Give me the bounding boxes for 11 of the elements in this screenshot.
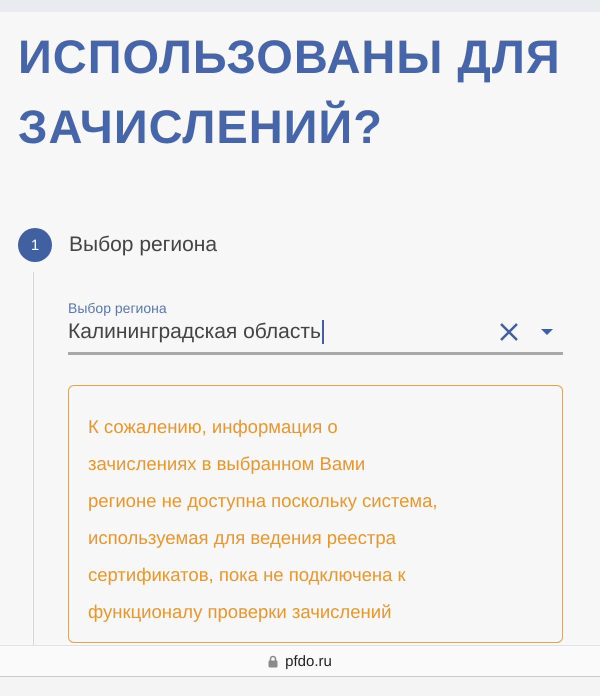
field-value: Калининградская область <box>68 320 321 344</box>
text-cursor <box>322 320 324 344</box>
step-number-badge: 1 <box>18 228 52 262</box>
clear-icon[interactable] <box>499 322 519 342</box>
dropdown-caret-icon[interactable] <box>541 329 553 335</box>
address-url[interactable]: pfdo.ru <box>285 652 332 670</box>
page-heading: ИСПОЛЬЗОВАНЫ ДЛЯ ЗАЧИСЛЕНИЙ? <box>18 29 562 155</box>
field-label: Выбор региона <box>68 300 168 316</box>
region-select-field[interactable]: Выбор региона Калининградская область <box>68 300 563 355</box>
step-title: Выбор региона <box>69 233 218 257</box>
warning-message: К сожалению, информация о зачислениях в выбранном Вами регионе не доступна поскольку система, используемая для ведения реестра сертификатов, пока не подключена к функционалу проверки зачислений <box>68 385 563 643</box>
